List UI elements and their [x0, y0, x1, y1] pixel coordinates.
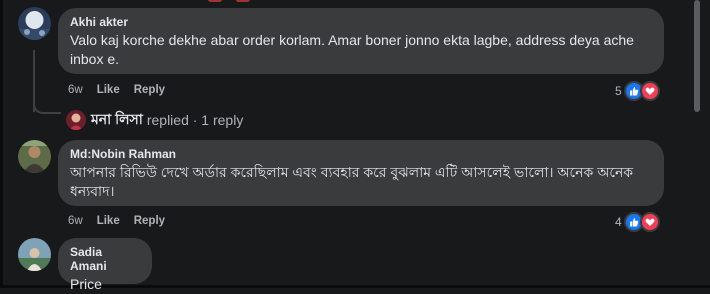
window-frame-left: [0, 0, 3, 288]
comment-bubble: Sadia Amani Price: [58, 238, 152, 292]
love-reaction-icon: [639, 81, 660, 101]
avatar[interactable]: [18, 7, 51, 40]
comment-time[interactable]: 6w: [68, 215, 83, 227]
comment-actions: 6w Like Reply: [68, 215, 179, 227]
reply-avatar: [66, 110, 86, 130]
partial-reaction-icon: [208, 0, 222, 2]
avatar[interactable]: [18, 238, 51, 271]
like-button[interactable]: Like: [97, 84, 120, 96]
like-button[interactable]: Like: [97, 215, 120, 227]
replier-name: মনা লিসা: [91, 111, 143, 127]
reaction-summary[interactable]: 5: [615, 81, 660, 101]
comment-time[interactable]: 6w: [68, 84, 83, 96]
love-reaction-icon: [639, 212, 660, 232]
comment-actions: 6w Like Reply: [68, 84, 179, 96]
comment-text: Price: [70, 276, 102, 292]
reaction-count: 4: [615, 215, 622, 229]
comment-author[interactable]: Akhi akter: [70, 15, 652, 29]
replies-link[interactable]: মনা লিসা replied · 1 reply: [66, 108, 243, 132]
scrollbar-thumb[interactable]: [694, 0, 700, 112]
reaction-summary[interactable]: 4: [615, 212, 660, 232]
comment-bubble: Akhi akter Valo kaj korche dekhe abar or…: [58, 8, 664, 74]
comment-bubble: Md:Nobin Rahman আপনার রিভিউ দেখে অর্ডার …: [58, 140, 664, 206]
avatar[interactable]: [18, 140, 51, 173]
comment-text: Valo kaj korche dekhe abar order korlam.…: [70, 32, 634, 67]
thread-connector-curve: [33, 96, 61, 114]
comment-author[interactable]: Md:Nobin Rahman: [70, 147, 652, 161]
reply-button[interactable]: Reply: [134, 215, 165, 227]
partial-reaction-icon: [236, 0, 250, 2]
reaction-count: 5: [615, 84, 622, 98]
comment-author[interactable]: Sadia Amani: [70, 245, 140, 273]
reply-button[interactable]: Reply: [134, 84, 165, 96]
comment-text: আপনার রিভিউ দেখে অর্ডার করেছিলাম এবং ব্য…: [70, 164, 634, 199]
reply-count-label: replied · 1 reply: [146, 112, 244, 128]
